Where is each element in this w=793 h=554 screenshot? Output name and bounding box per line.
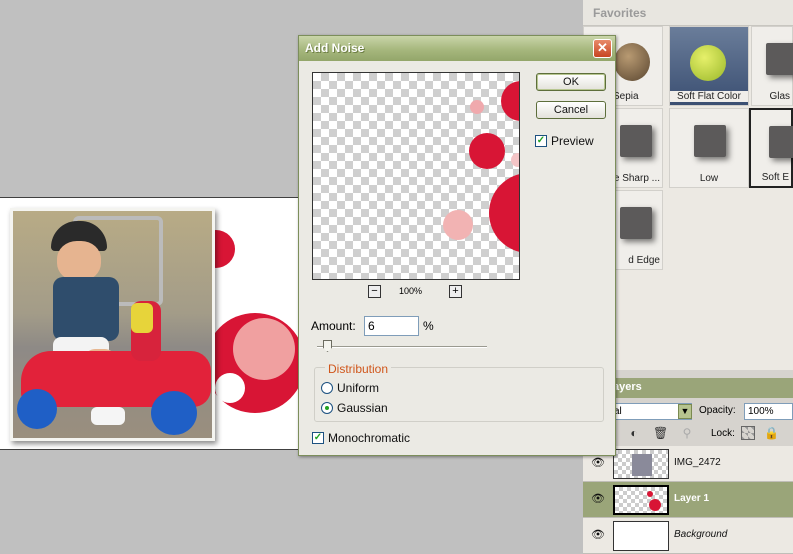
layer-name: Background [674, 529, 728, 540]
layer-row[interactable]: 👁 Background [583, 518, 793, 554]
favorite-tile-selected[interactable]: Soft E [749, 108, 793, 188]
gaussian-radio[interactable] [321, 402, 333, 414]
amount-slider-track[interactable] [317, 346, 487, 348]
layer-thumbnail [613, 449, 669, 479]
amount-label: Amount: [311, 319, 356, 333]
close-button[interactable]: ✕ [593, 39, 612, 58]
ok-button[interactable]: OK [536, 73, 606, 91]
monochromatic-checkbox[interactable]: ✓ [312, 432, 324, 444]
preview-red-circle [489, 173, 519, 253]
preview-pink-circle [470, 100, 484, 114]
layer-name: IMG_2472 [674, 457, 721, 468]
photo-image [13, 211, 212, 438]
apple-thumbnail-icon [614, 43, 650, 81]
favorite-label: Soft E [761, 172, 789, 183]
edge-square-icon [620, 207, 652, 239]
preview-pink-circle [443, 210, 473, 240]
preview-red-circle [469, 133, 505, 169]
preview-checkbox[interactable]: ✓ [535, 135, 547, 147]
opacity-input[interactable]: 100% [744, 403, 793, 420]
soft-edge-square-icon [769, 126, 793, 158]
preview-pane[interactable] [312, 72, 520, 280]
lock-transparency-icon[interactable] [741, 426, 755, 440]
uniform-label: Uniform [337, 381, 380, 395]
low-square-icon [694, 125, 726, 157]
glass-square-icon [766, 43, 793, 75]
layer-row-selected[interactable]: 👁 Layer 1 [583, 482, 793, 518]
distribution-label: Distribution [325, 362, 392, 376]
layer-name: Layer 1 [674, 493, 710, 504]
preview-label: Preview [551, 134, 594, 148]
dialog-title: Add Noise [305, 41, 365, 55]
lock-icon[interactable]: 🔒 [764, 426, 779, 440]
uniform-radio[interactable] [321, 382, 333, 394]
favorite-label: Low [699, 173, 719, 184]
link-icon[interactable]: ⚲ [680, 426, 694, 440]
favorite-tile[interactable]: Glas [751, 26, 793, 106]
white-circle [215, 373, 245, 403]
add-noise-dialog: Add Noise ✕ − 100% + OK Cancel ✓ Preview… [298, 35, 616, 456]
eye-icon[interactable]: 👁 [591, 457, 605, 469]
document-canvas[interactable] [0, 197, 305, 450]
pink-circle [233, 318, 295, 380]
cancel-button[interactable]: Cancel [536, 101, 606, 119]
layer-thumbnail [613, 521, 669, 551]
opacity-label: Opacity: [699, 405, 736, 416]
eye-icon[interactable]: 👁 [591, 529, 605, 541]
lock-label: Lock: [711, 428, 735, 439]
favorite-label: Glas [769, 91, 790, 102]
sharp-square-icon [620, 125, 652, 157]
favorite-label: Soft Flat Color [670, 91, 748, 102]
preview-red-circle [501, 81, 519, 121]
eye-icon[interactable]: 👁 [591, 493, 605, 505]
zoom-out-button[interactable]: − [368, 285, 381, 298]
adjustment-layer-icon[interactable]: ◐ [627, 426, 641, 440]
favorite-tile[interactable]: Soft Flat Color [669, 26, 749, 106]
amount-unit: % [423, 319, 434, 333]
preview-pink-circle [511, 153, 519, 167]
favorite-tile[interactable]: Low [669, 108, 749, 188]
zoom-in-button[interactable]: + [449, 285, 462, 298]
zoom-level: 100% [399, 286, 423, 296]
monochromatic-label: Monochromatic [328, 431, 411, 445]
dialog-title-bar[interactable]: Add Noise ✕ [299, 36, 615, 61]
amount-input[interactable]: 6 [364, 316, 419, 336]
amount-slider-thumb[interactable] [323, 340, 332, 352]
trash-icon[interactable]: 🗑 [653, 426, 668, 440]
gaussian-label: Gaussian [337, 401, 388, 415]
ball-thumbnail-icon [690, 45, 726, 81]
favorites-title: Favorites [583, 0, 793, 26]
photo-frame [10, 208, 215, 441]
chevron-down-icon[interactable]: ▼ [678, 404, 692, 419]
layer-thumbnail [613, 485, 669, 515]
